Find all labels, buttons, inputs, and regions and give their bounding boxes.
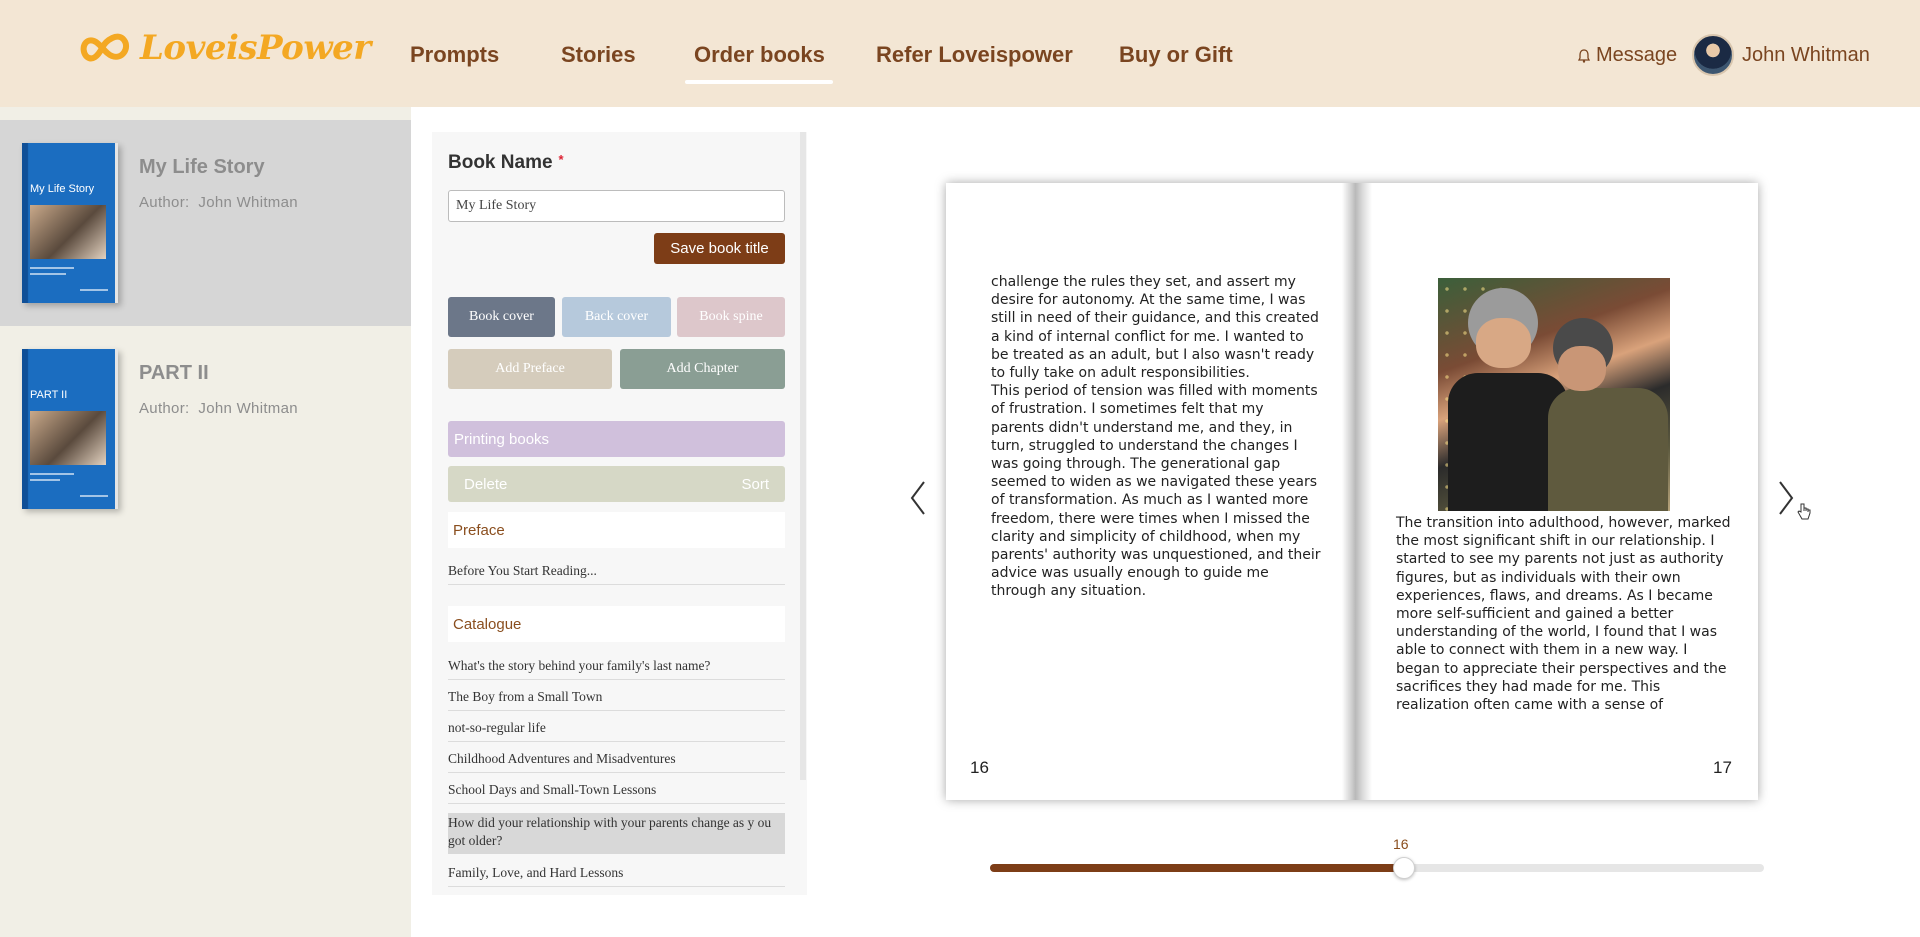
book-author: Author: John Whitman bbox=[139, 194, 298, 211]
thumb-text-line bbox=[80, 289, 108, 291]
book-name-label: Book Name * bbox=[448, 152, 564, 174]
book-title: PART II bbox=[139, 362, 209, 384]
book-list-sidebar: My Life Story My Life Story Author: John… bbox=[0, 107, 411, 937]
preface-item[interactable]: Before You Start Reading... bbox=[448, 562, 785, 585]
book-name-input[interactable] bbox=[448, 190, 785, 222]
thumb-title: PART II bbox=[30, 389, 68, 401]
nav-order-books[interactable]: Order books bbox=[694, 42, 825, 68]
right-page-text: The transition into adulthood, however, … bbox=[1396, 515, 1731, 714]
previous-page-icon[interactable] bbox=[906, 478, 930, 518]
book-title: My Life Story bbox=[139, 156, 265, 178]
sort-button[interactable]: Sort bbox=[741, 476, 769, 493]
printing-books-button[interactable]: Printing books bbox=[448, 421, 785, 457]
photo-person bbox=[1548, 388, 1668, 511]
tab-book-spine[interactable]: Book spine bbox=[677, 297, 785, 337]
thumb-photo bbox=[30, 411, 106, 465]
next-page-icon[interactable] bbox=[1774, 478, 1798, 518]
left-page-number: 16 bbox=[970, 758, 989, 777]
catalogue-item[interactable]: Childhood Adventures and Misadventures bbox=[448, 750, 785, 773]
save-book-title-button[interactable]: Save book title bbox=[654, 233, 785, 264]
required-mark: * bbox=[558, 152, 564, 167]
author-label: Author: bbox=[139, 400, 190, 417]
photo-face bbox=[1558, 346, 1606, 391]
hand-cursor-icon bbox=[1797, 503, 1811, 520]
nav-refer[interactable]: Refer Loveispower bbox=[876, 42, 1073, 68]
left-page-text: challenge the rules they set, and assert… bbox=[991, 274, 1321, 600]
preface-heading: Preface bbox=[448, 512, 785, 548]
delete-button[interactable]: Delete bbox=[464, 476, 507, 493]
user-menu[interactable]: John Whitman bbox=[1692, 34, 1870, 76]
logo[interactable]: LoveisPower bbox=[80, 28, 371, 68]
slider-value-label: 16 bbox=[1393, 836, 1409, 852]
author-name: John Whitman bbox=[198, 194, 298, 211]
infinity-logo-icon bbox=[80, 33, 130, 62]
catalogue-item[interactable]: not-so-regular life bbox=[448, 719, 785, 742]
delete-sort-bar: Delete Sort bbox=[448, 466, 785, 502]
page-photo bbox=[1438, 278, 1670, 511]
logo-text: LoveisPower bbox=[140, 28, 371, 68]
book-list-item[interactable]: My Life Story My Life Story Author: John… bbox=[0, 120, 411, 326]
bell-icon bbox=[1578, 48, 1590, 63]
catalogue-heading: Catalogue bbox=[448, 606, 785, 642]
add-preface-button[interactable]: Add Preface bbox=[448, 349, 612, 389]
nav-prompts[interactable]: Prompts bbox=[410, 42, 499, 68]
thumb-text-line bbox=[80, 495, 108, 497]
message-button[interactable]: Message bbox=[1578, 44, 1677, 67]
top-header: LoveisPower Prompts Stories Order books … bbox=[0, 0, 1920, 107]
author-name: John Whitman bbox=[198, 400, 298, 417]
catalogue-item-selected[interactable]: How did your relationship with your pare… bbox=[448, 813, 785, 854]
author-label: Author: bbox=[139, 194, 190, 211]
message-label: Message bbox=[1596, 44, 1678, 66]
tab-book-cover[interactable]: Book cover bbox=[448, 297, 555, 337]
catalogue-item[interactable]: The Boy from a Small Town bbox=[448, 688, 785, 711]
book-gutter bbox=[1342, 183, 1372, 800]
thumb-text-line bbox=[30, 479, 60, 481]
photo-face bbox=[1476, 318, 1531, 368]
user-name: John Whitman bbox=[1742, 43, 1870, 66]
nav-stories[interactable]: Stories bbox=[561, 42, 636, 68]
thumb-photo bbox=[30, 205, 106, 259]
right-page-number: 17 bbox=[1713, 758, 1732, 777]
book-list-item[interactable]: PART II PART II Author: John Whitman bbox=[0, 326, 411, 532]
page-slider-thumb[interactable] bbox=[1393, 857, 1415, 879]
catalogue-item[interactable]: School Days and Small-Town Lessons bbox=[448, 781, 785, 804]
page-slider-fill bbox=[990, 864, 1404, 872]
book-author: Author: John Whitman bbox=[139, 400, 298, 417]
active-nav-indicator bbox=[685, 80, 833, 84]
add-chapter-button[interactable]: Add Chapter bbox=[620, 349, 785, 389]
panel-scrollbar[interactable] bbox=[800, 132, 806, 780]
thumb-text-line bbox=[30, 267, 74, 269]
tab-back-cover[interactable]: Back cover bbox=[562, 297, 671, 337]
nav-buy-or-gift[interactable]: Buy or Gift bbox=[1119, 42, 1233, 68]
book-cover-thumbnail: PART II bbox=[22, 349, 118, 509]
catalogue-item[interactable]: Family, Love, and Hard Lessons bbox=[448, 864, 785, 887]
thumb-title: My Life Story bbox=[30, 183, 95, 195]
thumb-text-line bbox=[30, 273, 66, 275]
catalogue-item[interactable]: What's the story behind your family's la… bbox=[448, 657, 785, 680]
book-name-label-text: Book Name bbox=[448, 152, 553, 173]
avatar bbox=[1692, 34, 1734, 76]
thumb-text-line bbox=[30, 473, 74, 475]
book-cover-thumbnail: My Life Story bbox=[22, 143, 118, 303]
book-spread-preview: challenge the rules they set, and assert… bbox=[946, 183, 1758, 800]
